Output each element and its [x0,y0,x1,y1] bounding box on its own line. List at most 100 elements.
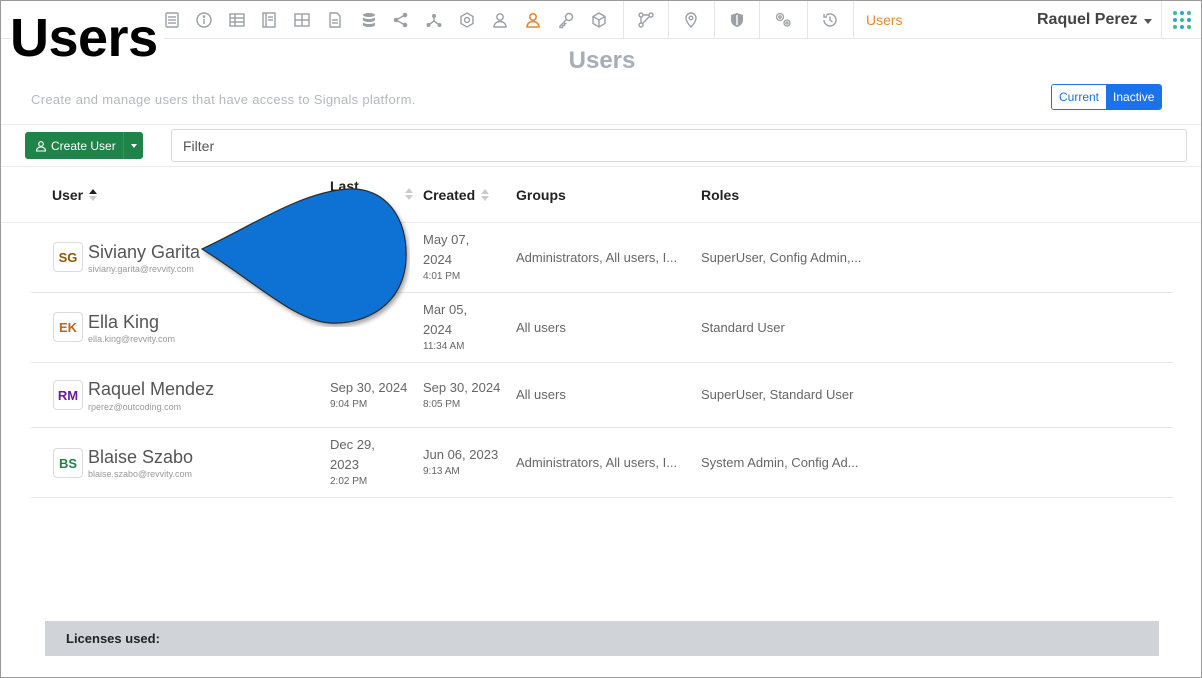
created-date: Sep 30, 2024 [423,380,501,395]
user-menu[interactable]: Raquel Perez [1037,11,1153,29]
workflow-icon[interactable] [635,9,657,31]
create-user-label: Create User [51,138,116,153]
user-icon[interactable] [522,9,544,31]
toolbar-separator [714,1,715,39]
created-cell: Sep 30, 2024 8:05 PM [423,378,500,412]
toggle-current-button[interactable]: Current [1052,85,1107,109]
toolbar-users-link[interactable]: Users [866,12,903,28]
groups-cell: All users [516,387,566,402]
created-date: May 07, [423,232,470,247]
created-cell: Mar 05, 2024 11:34 AM [423,300,467,354]
column-header-roles: Roles [701,187,739,203]
roles-cell: SuperUser, Config Admin,... [701,250,862,265]
column-header-created-label: Created [423,187,476,203]
user-email: rperez@outcoding.com [88,402,182,412]
top-toolbar: Users Raquel Perez [1,1,1201,39]
user-menu-name: Raquel Perez [1037,11,1138,28]
toolbar-separator [668,1,669,39]
last-date: Sep 30, 2024 [330,380,408,395]
apps-grid-icon[interactable] [1173,11,1191,29]
last-date: Dec 29, [330,437,375,452]
settings-badge-icon[interactable] [456,9,478,31]
create-user-dropdown-toggle[interactable] [123,132,143,159]
user-add-icon [35,140,47,152]
filter-input[interactable] [171,129,1187,162]
create-user-button[interactable]: Create User [25,132,123,159]
created-cell: Jun 06, 2023 9:13 AM [423,445,498,479]
shield-icon[interactable] [726,9,748,31]
column-header-groups-label: Groups [516,187,566,203]
last-year: 2023 [330,457,359,472]
created-time: 9:13 AM [423,466,460,477]
created-cell: May 07, 2024 4:01 PM [423,230,469,284]
gears-icon[interactable] [772,9,794,31]
status-toggle: Current Inactive [1051,84,1163,110]
grid-icon[interactable] [291,9,313,31]
groups-cell: All users [516,320,566,335]
created-year: 2024 [423,322,452,337]
created-time: 11:34 AM [423,341,465,352]
groups-cell: Administrators, All users, I... [516,250,678,265]
column-header-user-label: User [52,187,84,203]
created-date: Jun 06, 2023 [423,447,499,462]
created-time: 8:05 PM [423,399,461,410]
user-name[interactable]: Siviany Garita [88,242,200,263]
column-header-user[interactable]: User [52,187,98,203]
user-name[interactable]: Blaise Szabo [88,447,193,468]
sort-icon [89,189,98,201]
last-cell: Sep 30, 2024 9:04 PM [330,378,407,412]
created-time: 4:01 PM [423,271,461,282]
create-user-button-group: Create User [25,132,143,159]
last-cell: Dec 29, 2023 2:02 PM [330,435,375,489]
created-year: 2024 [423,252,452,267]
row-divider [31,362,1173,363]
key-icon[interactable] [555,9,577,31]
history-icon[interactable] [819,9,841,31]
avatar: RM [53,380,83,410]
divider [1,124,1201,125]
calculator-icon[interactable] [161,9,183,31]
column-header-groups: Groups [516,187,566,203]
last-time: 9:04 PM [330,399,368,410]
app-window: Users Raquel Perez Users Users Create an… [0,0,1202,678]
avatar: SG [53,242,83,272]
roles-cell: System Admin, Config Ad... [701,455,859,470]
table-header-divider [1,222,1201,223]
column-header-roles-label: Roles [701,187,740,203]
document-icon[interactable] [324,9,346,31]
user-name[interactable]: Raquel Mendez [88,379,214,400]
toolbar-separator [807,1,808,39]
toolbar-separator [759,1,760,39]
table-icon[interactable] [226,9,248,31]
row-divider [31,497,1173,498]
user-outline-icon[interactable] [489,9,511,31]
divider [1,166,1201,167]
created-date: Mar 05, [423,302,468,317]
network-icon[interactable] [423,9,445,31]
roles-cell: SuperUser, Standard User [701,387,854,402]
toolbar-separator [623,1,624,39]
location-icon[interactable] [680,9,702,31]
row-divider [31,427,1173,428]
licenses-footer: Licenses used: [45,621,1159,656]
notebook-icon[interactable] [258,9,280,31]
cube-icon[interactable] [588,9,610,31]
user-email: ella.king@revvity.com [88,334,175,344]
user-email: siviany.garita@revvity.com [88,264,194,274]
column-header-created[interactable]: Created [423,187,490,203]
share-icon[interactable] [390,9,412,31]
avatar: EK [53,312,83,342]
licenses-label: Licenses used: [66,631,160,646]
roles-cell: Standard User [701,320,785,335]
toolbar-separator [853,1,854,39]
avatar: BS [53,448,83,478]
page-title: Users [568,47,636,74]
groups-cell: Administrators, All users, I... [516,455,678,470]
user-name[interactable]: Ella King [88,312,159,333]
toggle-inactive-button[interactable]: Inactive [1106,85,1162,109]
chevron-down-icon [130,143,137,148]
sort-icon [481,189,490,201]
database-icon[interactable] [358,9,380,31]
user-email: blaise.szabo@revvity.com [88,469,193,479]
info-icon[interactable] [193,9,215,31]
